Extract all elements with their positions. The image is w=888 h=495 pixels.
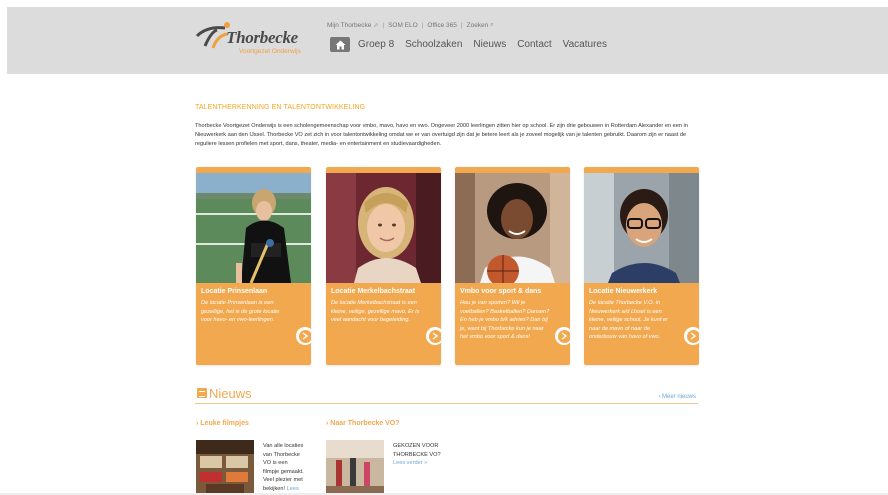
top-utility-nav: Mijn Thorbecke ⬀ | SOM ELO | Office 365 … — [327, 22, 494, 29]
card-title: Locatie Merkelbachstraat — [331, 288, 416, 295]
nav-vacatures[interactable]: Vacatures — [563, 39, 607, 50]
card-title: Locatie Nieuwerkerk — [589, 288, 658, 295]
more-news-link[interactable]: › Meer nieuws — [658, 394, 696, 400]
main-nav: Groep 8 Schoolzaken Nieuws Contact Vacat… — [330, 37, 618, 52]
news-thumbnail[interactable] — [196, 440, 254, 495]
home-icon — [335, 40, 345, 49]
card-description: Hou je van sporten? Wil je voetballen? B… — [460, 300, 550, 340]
card-description: De locatie Thorbecke V.O. in Nieuwerkerk… — [589, 300, 668, 340]
news-thumbnail[interactable] — [326, 440, 384, 495]
card-title: Locatie Prinsenlaan — [201, 288, 268, 295]
separator: | — [460, 22, 463, 29]
card-arrow-button[interactable] — [296, 327, 311, 345]
news-item-text: GEKOZEN VOOR THORBECKE VO? Lees verder » — [393, 442, 441, 468]
home-button[interactable] — [330, 37, 350, 52]
topnav-link-som-elo[interactable]: SOM ELO — [388, 22, 418, 29]
news-line: VO is een — [263, 460, 288, 467]
topnav-link-office-365[interactable]: Office 365 — [427, 22, 457, 29]
news-item-title[interactable]: › Naar Thorbecke VO? — [326, 420, 400, 427]
card-description: De locatie Prinsenlaan is een gezellige,… — [201, 300, 280, 323]
intro-text: Thorbecke Voortgezet Onderwijs is een sc… — [195, 123, 688, 147]
news-item-title[interactable]: › Leuke filmpjes — [196, 420, 249, 427]
intro-heading: TALENTHERKENNING EN TALENTONTWIKKELING — [195, 104, 366, 111]
nav-groep-8[interactable]: Groep 8 — [358, 39, 394, 50]
nav-schoolzaken[interactable]: Schoolzaken — [405, 39, 462, 50]
location-card-prinsenlaan[interactable]: Locatie Prinsenlaan De locatie Prinsenla… — [196, 167, 311, 365]
news-icon — [197, 388, 207, 398]
chevron-right-icon — [432, 332, 438, 340]
topnav-link-mijn-thorbecke[interactable]: Mijn Thorbecke — [327, 22, 371, 29]
card-photo — [455, 173, 570, 283]
external-link-icon: ⬀ — [373, 23, 379, 29]
news-item-text: Van alle locaties van Thorbecke VO is ee… — [263, 442, 304, 494]
search-icon[interactable]: ⌕ — [490, 22, 493, 29]
chevron-right-icon — [561, 332, 567, 340]
nav-nieuws[interactable]: Nieuws — [473, 39, 506, 50]
card-photo — [196, 173, 311, 283]
card-arrow-button[interactable] — [426, 327, 441, 345]
page: Thorbecke Voortgezet Onderwijs Mijn Thor… — [0, 0, 888, 495]
news-line: van Thorbecke — [263, 451, 300, 458]
news-line-text: bekijken! — [263, 485, 286, 492]
news-line: filmpje gemaakt. — [263, 468, 304, 475]
news-line: GEKOZEN VOOR — [393, 443, 439, 449]
news-line: Van alle locaties — [263, 443, 304, 449]
separator: | — [421, 22, 424, 29]
nav-contact[interactable]: Contact — [517, 39, 551, 50]
news-line: Veel plezier met — [263, 477, 303, 484]
site-logo[interactable]: Thorbecke Voortgezet Onderwijs — [195, 18, 320, 60]
card-arrow-button[interactable] — [684, 327, 699, 345]
logo-subtitle: Voortgezet Onderwijs — [239, 48, 301, 55]
location-card-vmbo-sport-dans[interactable]: Vmbo voor sport & dans Hou je van sporte… — [455, 167, 570, 365]
card-title: Vmbo voor sport & dans — [460, 288, 542, 295]
separator: | — [382, 22, 385, 29]
read-more-link[interactable]: Lees — [287, 486, 299, 492]
logo-name: Thorbecke — [226, 28, 298, 47]
chevron-right-icon — [302, 332, 308, 340]
card-arrow-button[interactable] — [555, 327, 570, 345]
card-description: De locatie Merkelbachstraat is een klein… — [331, 300, 420, 323]
card-photo — [584, 173, 699, 283]
news-title: Nieuws — [209, 386, 252, 401]
topnav-link-zoeken[interactable]: Zoeken — [467, 22, 489, 29]
news-section-header: Nieuws › Meer nieuws — [195, 386, 698, 404]
location-card-nieuwerkerk[interactable]: Locatie Nieuwerkerk De locatie Thorbecke… — [584, 167, 699, 365]
location-card-merkelbachstraat[interactable]: Locatie Merkelbachstraat De locatie Merk… — [326, 167, 441, 365]
card-photo — [326, 173, 441, 283]
news-line: THORBECKE VO? — [393, 451, 441, 458]
chevron-right-icon — [690, 332, 696, 340]
read-more-link[interactable]: Lees verder » — [393, 460, 427, 466]
